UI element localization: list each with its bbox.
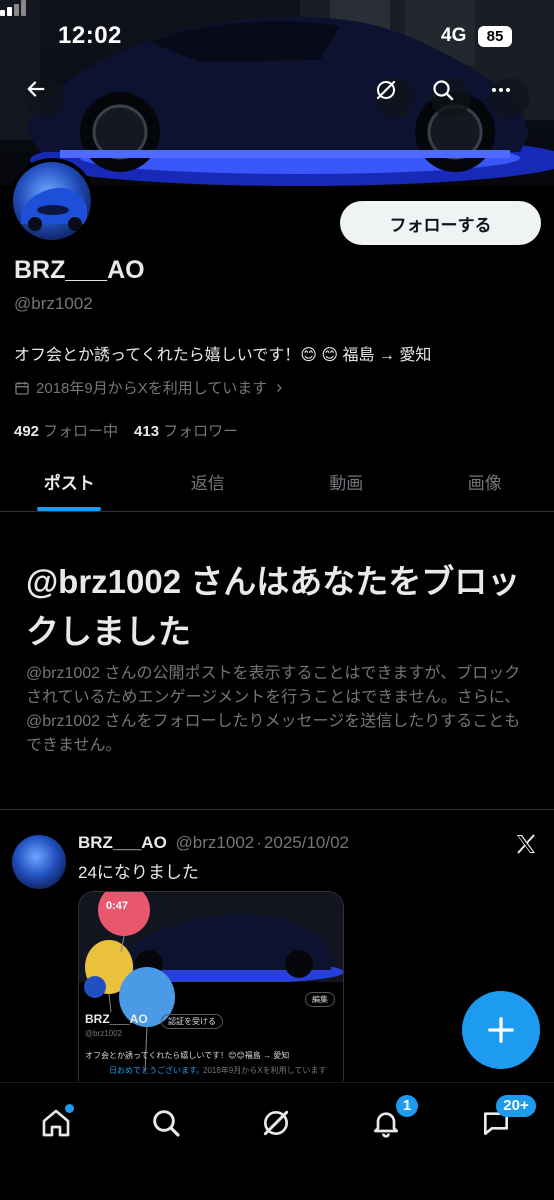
- arrow-left-icon: [27, 81, 45, 97]
- calendar-icon: [15, 381, 29, 395]
- media-edit-label: 編集: [305, 992, 335, 1007]
- bottom-nav: 1 20+: [0, 1082, 554, 1200]
- avatar-car-image: [21, 187, 87, 231]
- search-icon: [153, 1110, 180, 1137]
- post-separator: ·: [256, 833, 262, 852]
- tab-videos[interactable]: 動画: [277, 452, 416, 511]
- status-time: 12:02: [58, 22, 122, 49]
- blocked-body: @brz1002 さんの公開ポストを表示することはできますが、ブロックされている…: [26, 665, 521, 754]
- nav-grok[interactable]: [248, 1095, 304, 1151]
- battery-level: 85: [478, 26, 512, 47]
- home-dot: [65, 1104, 74, 1113]
- post-header: BRZ___AO @brz1002 · 2025/10/02: [78, 833, 349, 853]
- profile-joined[interactable]: 2018年9月からXを利用しています: [14, 377, 285, 398]
- x-logo-icon: [517, 834, 535, 854]
- post-media[interactable]: 0:47 編集 BRZ___AO 認証を受ける @brz1002 オフ会とか誘っ…: [78, 891, 344, 1081]
- post-text: 24になりました: [78, 863, 199, 882]
- tab-replies[interactable]: 返信: [139, 452, 278, 511]
- grok-button[interactable]: [374, 78, 414, 118]
- post-author-name[interactable]: BRZ___AO: [78, 833, 167, 852]
- signal-icon: [0, 0, 26, 16]
- joined-text: 2018年9月からXを利用しています: [36, 380, 268, 397]
- plus-icon: [488, 1017, 514, 1043]
- follow-button[interactable]: フォローする: [340, 201, 541, 245]
- profile-display-name: BRZ___AO: [14, 256, 145, 284]
- media-name: BRZ___AO: [85, 1012, 148, 1026]
- media-verify-label: 認証を受ける: [161, 1014, 223, 1029]
- grok-icon: [263, 1110, 289, 1136]
- nav-messages[interactable]: 20+: [468, 1095, 536, 1151]
- profile-stats: 492 フォロー中 413 フォロワー: [14, 420, 238, 441]
- tab-posts[interactable]: ポスト: [0, 452, 139, 511]
- media-birthday: 日おめでとうございます。: [109, 1066, 205, 1075]
- media-joined: 2018年9月からXを利用しています: [203, 1066, 327, 1075]
- network-type: 4G: [441, 25, 467, 46]
- nav-home[interactable]: [28, 1095, 84, 1151]
- following-link[interactable]: 492 フォロー中: [14, 420, 118, 441]
- chevron-right-icon: [277, 383, 283, 392]
- messages-badge: 20+: [496, 1095, 536, 1117]
- tab-images[interactable]: 画像: [416, 452, 554, 511]
- back-button[interactable]: [25, 78, 65, 118]
- status-bar: 12:02 4G 85: [0, 0, 554, 70]
- search-button[interactable]: [431, 78, 471, 118]
- post-avatar[interactable]: [12, 835, 66, 889]
- profile-bio: オフ会とか誘ってくれたら嬉しいです！😊 😊 福島 → 愛知: [14, 347, 432, 364]
- media-time: 0:47: [106, 900, 129, 912]
- more-icon: [492, 88, 510, 92]
- divider: [0, 809, 554, 810]
- followers-link[interactable]: 413 フォロワー: [134, 420, 238, 441]
- compose-button[interactable]: [462, 991, 540, 1069]
- followers-label: フォロワー: [163, 423, 239, 440]
- media-handle: @brz1002: [85, 1029, 123, 1038]
- profile-avatar[interactable]: [9, 158, 95, 244]
- blocked-title: @brz1002 さんはあなたをブロックしました: [26, 563, 521, 650]
- nav-search[interactable]: [138, 1095, 194, 1151]
- profile-handle: @brz1002: [14, 294, 93, 313]
- following-count: 492: [14, 423, 40, 440]
- notifications-badge: 1: [396, 1095, 418, 1117]
- post-date: 2025/10/02: [263, 833, 350, 852]
- post-author-handle: @brz1002: [175, 833, 255, 852]
- following-label: フォロー中: [43, 423, 119, 440]
- nav-notifications[interactable]: 1: [358, 1095, 418, 1151]
- media-bio: オフ会とか誘ってくれたら嬉しいです！😊😊福島 → 愛知: [85, 1051, 290, 1060]
- profile-tabs: ポスト 返信 動画 画像: [0, 452, 554, 512]
- profile-banner[interactable]: 12:02 4G 85: [0, 0, 554, 186]
- followers-count: 413: [134, 423, 160, 440]
- search-icon: [433, 80, 454, 101]
- more-button[interactable]: [489, 78, 529, 118]
- grok-icon: [376, 80, 396, 100]
